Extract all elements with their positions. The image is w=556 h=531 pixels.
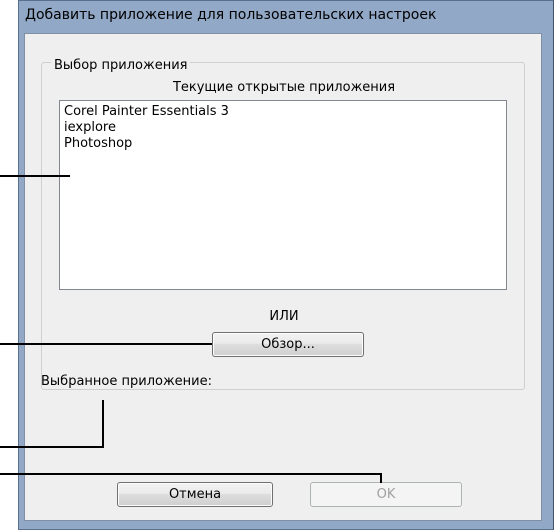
callout-line-list [0, 175, 70, 177]
callout-line-selected-h [0, 446, 104, 448]
dialog-title: Добавить приложение для пользовательских… [25, 7, 437, 23]
add-application-dialog: Добавить приложение для пользовательских… [18, 0, 554, 530]
open-applications-list[interactable]: Corel Painter Essentials 3 iexplore Phot… [59, 100, 507, 290]
callout-line-selected-v [102, 400, 104, 448]
callout-line-browse [0, 343, 212, 345]
title-bar[interactable]: Добавить приложение для пользовательских… [19, 1, 553, 31]
callout-line-ok-v [380, 473, 382, 483]
list-caption: Текущие открытые приложения [172, 80, 396, 95]
group-label: Выбор приложения [51, 58, 191, 73]
callout-line-ok-h [0, 473, 382, 475]
or-label: ИЛИ [269, 309, 299, 324]
browse-button[interactable]: Обзор... [212, 332, 364, 357]
ok-button[interactable]: OK [310, 482, 462, 507]
list-item[interactable]: Corel Painter Essentials 3 [64, 104, 502, 120]
cancel-button[interactable]: Отмена [117, 482, 273, 507]
list-item[interactable]: Photoshop [64, 136, 502, 152]
list-item[interactable]: iexplore [64, 120, 502, 136]
selected-application-label: Выбранное приложение: [41, 374, 212, 389]
